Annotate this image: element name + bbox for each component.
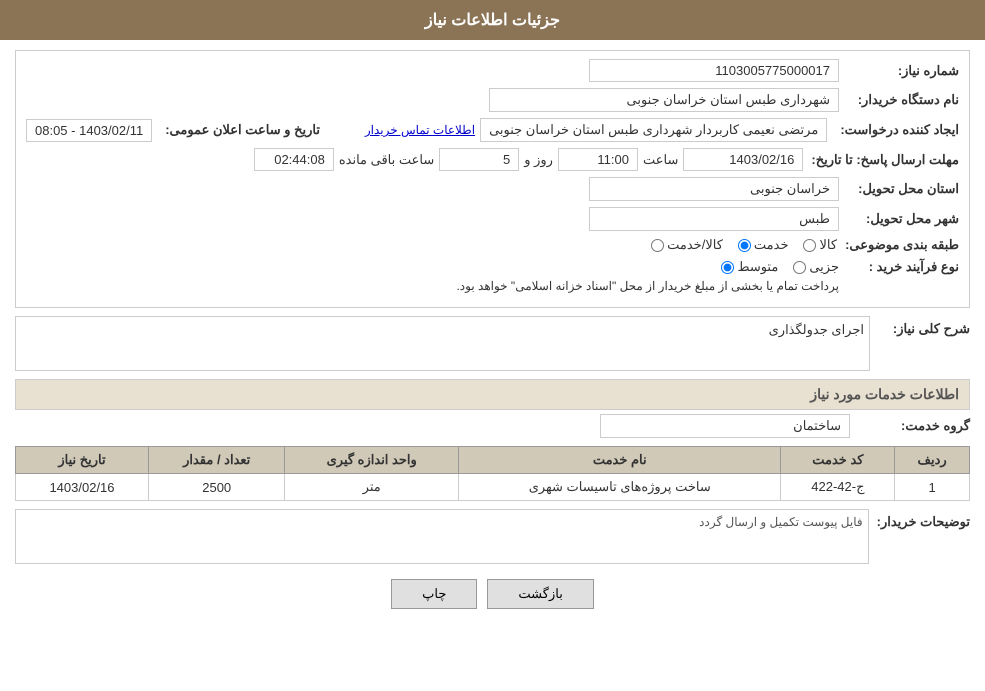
- radio-kala-khedmat-label: کالا/خدمت: [667, 237, 723, 253]
- namdastgah-label: نام دستگاه خریدار:: [839, 92, 959, 108]
- namdastgah-row: نام دستگاه خریدار: شهرداری طبس استان خرا…: [26, 88, 959, 112]
- farayand-note: پرداخت تمام یا بخشی از مبلغ خریدار از مح…: [26, 279, 839, 293]
- col-tarix: تاریخ نیاز: [16, 447, 149, 474]
- radio-motevasset-input[interactable]: [721, 261, 734, 274]
- tarix-aelan-label: تاریخ و ساعت اعلان عمومی:: [157, 122, 320, 138]
- noe-farayand-row: نوع فرآیند خرید : جزیی متوسط پرداخت تمام…: [26, 259, 959, 293]
- mohlat-baqi-label: ساعت باقی مانده: [334, 152, 439, 168]
- cell-radif: 1: [895, 474, 970, 501]
- cell-tedad: 2500: [149, 474, 285, 501]
- tarix-aelan-value: 1403/02/11 - 08:05: [26, 119, 152, 142]
- radio-jozyi-input[interactable]: [793, 261, 806, 274]
- sharh-koli-label: شرح کلی نیاز:: [870, 316, 970, 337]
- services-table-section: ردیف کد خدمت نام خدمت واحد اندازه گیری ت…: [15, 446, 970, 501]
- services-table: ردیف کد خدمت نام خدمت واحد اندازه گیری ت…: [15, 446, 970, 501]
- radio-motevasset-item[interactable]: متوسط: [721, 259, 778, 275]
- col-nam: نام خدمت: [459, 447, 781, 474]
- namdastgah-value: شهرداری طبس استان خراسان جنوبی: [489, 88, 839, 112]
- tosif-kharidar-value: فایل پیوست تکمیل و ارسال گردد: [699, 515, 862, 529]
- shomare-niaz-label: شماره نیاز:: [839, 63, 959, 79]
- tabaqe-bandi-label: طبقه بندی موضوعی:: [837, 237, 959, 253]
- khadamat-section-title: اطلاعات خدمات مورد نیاز: [15, 379, 970, 410]
- btn-chap[interactable]: چاپ: [391, 579, 477, 609]
- mohlat-baqi: 02:44:08: [254, 148, 334, 171]
- tabaqe-bandi-radio-group: کالا خدمت کالا/خدمت: [651, 237, 837, 253]
- main-info-section: شماره نیاز: 1103005775000017 نام دستگاه …: [15, 50, 970, 308]
- col-tedad: تعداد / مقدار: [149, 447, 285, 474]
- ostan-tahvil-row: استان محل تحویل: خراسان جنوبی: [26, 177, 959, 201]
- mohlat-label: مهلت ارسال پاسخ: تا تاریخ:: [803, 152, 959, 168]
- cell-tarixNiaz: 1403/02/16: [16, 474, 149, 501]
- table-row: 1ج-42-422ساخت پروژه‌های تاسیسات شهریمتر2…: [16, 474, 970, 501]
- radio-khedmat-item[interactable]: خدمت: [738, 237, 789, 253]
- shomare-niaz-value: 1103005775000017: [589, 59, 839, 82]
- radio-kala-label: کالا: [819, 237, 837, 253]
- mohlat-rooz-label: روز و: [519, 152, 558, 168]
- col-vahed: واحد اندازه گیری: [285, 447, 459, 474]
- radio-khedmat-input[interactable]: [738, 239, 751, 252]
- radio-kala-khedmat-item[interactable]: کالا/خدمت: [651, 237, 723, 253]
- shahr-tahvil-row: شهر محل تحویل: طبس: [26, 207, 959, 231]
- col-radif: ردیف: [895, 447, 970, 474]
- sharh-koli-row: شرح کلی نیاز: اجرای جدولگذاری: [15, 316, 970, 371]
- radio-motevasset-label: متوسط: [737, 259, 778, 275]
- ejad-label: ایجاد کننده درخواست:: [832, 122, 959, 138]
- page-title: جزئیات اطلاعات نیاز: [425, 12, 560, 29]
- shahr-tahvil-value: طبس: [589, 207, 839, 231]
- sharh-koli-box: اجرای جدولگذاری: [15, 316, 870, 371]
- radio-kala-khedmat-input[interactable]: [651, 239, 664, 252]
- tabaqe-bandi-row: طبقه بندی موضوعی: کالا خدمت کالا/خدمت: [26, 237, 959, 253]
- col-kod: کد خدمت: [781, 447, 895, 474]
- page-header: جزئیات اطلاعات نیاز: [0, 0, 985, 40]
- radio-kala-input[interactable]: [803, 239, 816, 252]
- buttons-row: بازگشت چاپ: [15, 579, 970, 624]
- tosif-kharidar-box: فایل پیوست تکمیل و ارسال گردد: [15, 509, 869, 564]
- cell-vahed: متر: [285, 474, 459, 501]
- radio-kala-item[interactable]: کالا: [803, 237, 837, 253]
- cell-kodKhedmat: ج-42-422: [781, 474, 895, 501]
- sharh-koli-value: اجرای جدولگذاری: [769, 322, 864, 337]
- mohlat-saat: 11:00: [558, 148, 638, 171]
- mohlat-date: 1403/02/16: [683, 148, 803, 171]
- content-area: شماره نیاز: 1103005775000017 نام دستگاه …: [0, 40, 985, 634]
- group-khedmat-label: گروه خدمت:: [850, 418, 970, 434]
- radio-jozyi-label: جزیی: [809, 259, 839, 275]
- mohlat-rooz: 5: [439, 148, 519, 171]
- group-khedmat-value: ساختمان: [600, 414, 850, 438]
- tosif-kharidar-row: توضیحات خریدار: فایل پیوست تکمیل و ارسال…: [15, 509, 970, 564]
- noe-farayand-radio-group: جزیی متوسط: [26, 259, 839, 275]
- mohlat-row: مهلت ارسال پاسخ: تا تاریخ: 1403/02/16 سا…: [26, 148, 959, 171]
- tosif-kharidar-label: توضیحات خریدار:: [869, 509, 970, 530]
- page-container: جزئیات اطلاعات نیاز شماره نیاز: 11030057…: [0, 0, 985, 691]
- ejad-row: ایجاد کننده درخواست: مرتضی نعیمی کاربردا…: [26, 118, 959, 142]
- ejad-contact-link[interactable]: اطلاعات تماس خریدار: [365, 123, 475, 137]
- ostan-tahvil-label: استان محل تحویل:: [839, 181, 959, 197]
- mohlat-saat-label: ساعت: [638, 152, 683, 168]
- shomare-niaz-row: شماره نیاز: 1103005775000017: [26, 59, 959, 82]
- group-khedmat-row: گروه خدمت: ساختمان: [15, 414, 970, 438]
- shahr-tahvil-label: شهر محل تحویل:: [839, 211, 959, 227]
- noe-farayand-label: نوع فرآیند خرید :: [839, 259, 959, 275]
- ejad-value: مرتضی نعیمی کاربردار شهرداری طبس استان خ…: [480, 118, 827, 142]
- ostan-tahvil-value: خراسان جنوبی: [589, 177, 839, 201]
- radio-jozyi-item[interactable]: جزیی: [793, 259, 839, 275]
- radio-khedmat-label: خدمت: [754, 237, 789, 253]
- btn-bazgasht[interactable]: بازگشت: [487, 579, 593, 609]
- cell-namKhedmat: ساخت پروژه‌های تاسیسات شهری: [459, 474, 781, 501]
